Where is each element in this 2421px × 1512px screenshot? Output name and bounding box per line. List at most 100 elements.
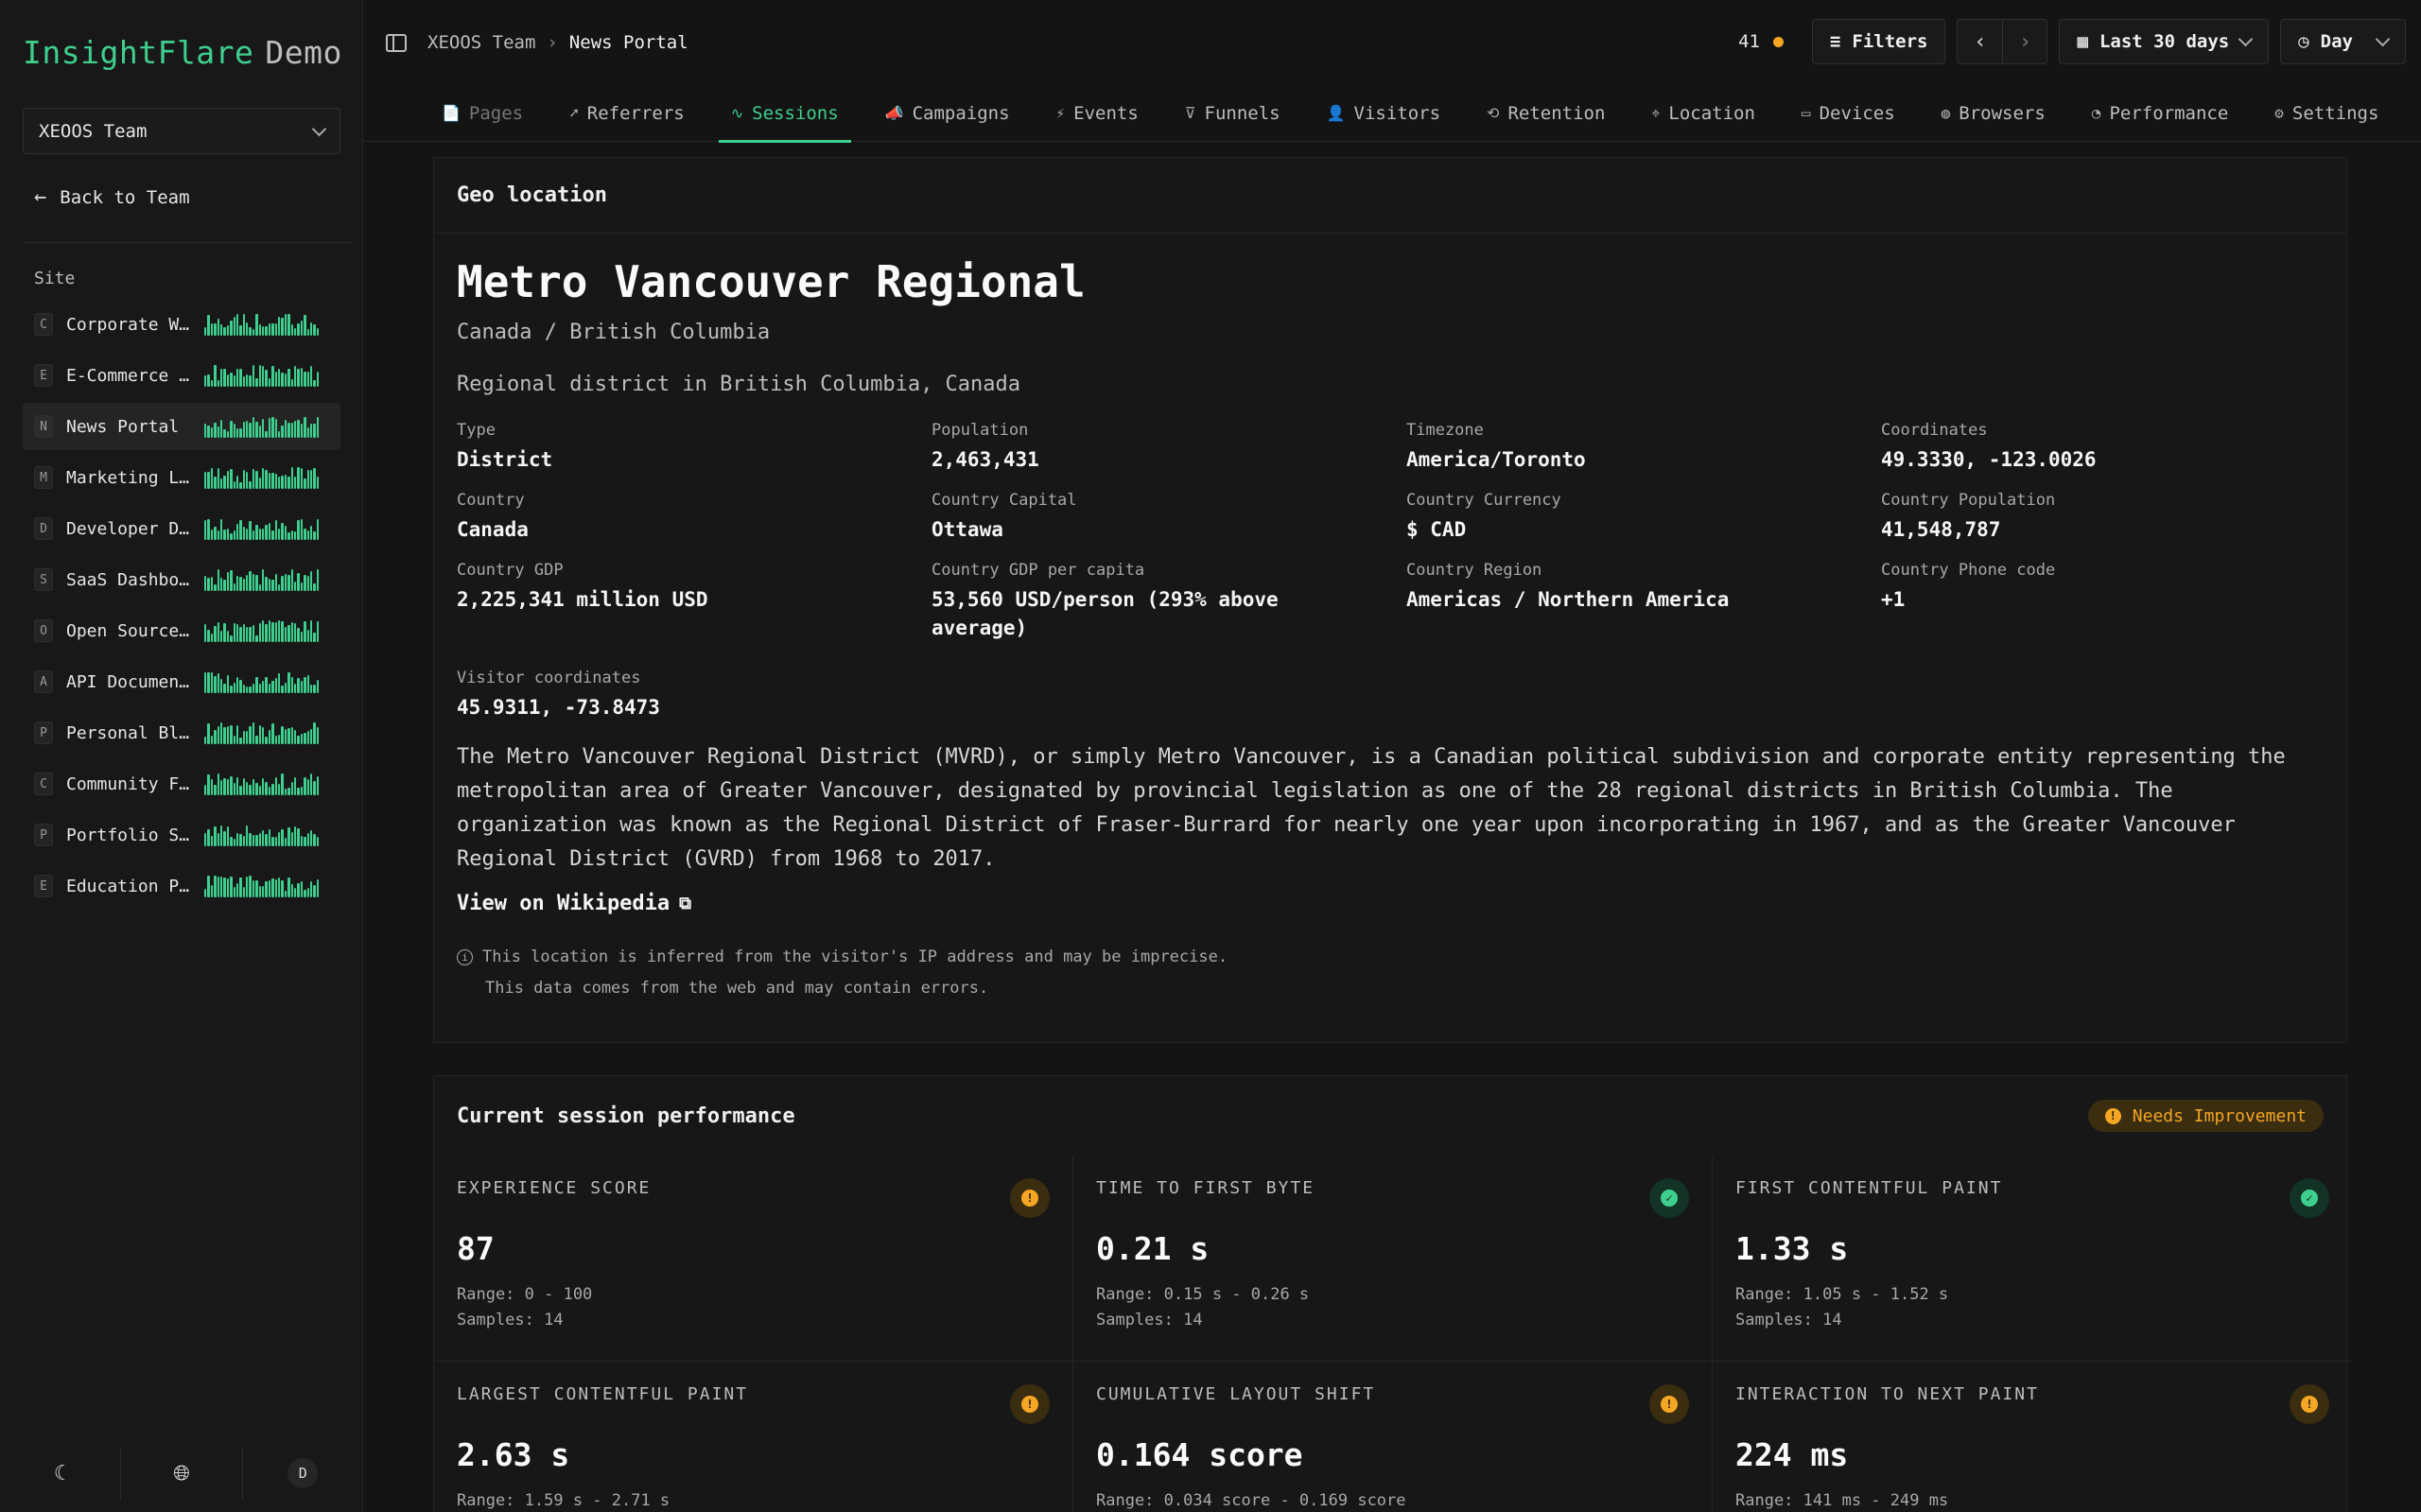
tab-browsers[interactable]: ◍ Browsers xyxy=(1929,85,2058,142)
back-to-team-link[interactable]: ← Back to Team xyxy=(34,185,190,209)
geo-field-label: Country GDP xyxy=(457,561,564,580)
tab-location[interactable]: ⌖ Location xyxy=(1639,85,1768,142)
metric-value: 2.63 s xyxy=(457,1436,570,1473)
live-count-value: 41 xyxy=(1738,31,1760,52)
geo-fields-grid: Type District Population 2,463,431 Timezone A… xyxy=(457,421,2324,642)
brand-suffix: Demo xyxy=(265,34,342,71)
site-item[interactable]: S SaaS Dashbo… xyxy=(23,556,340,603)
tab-devices[interactable]: ▭ Devices xyxy=(1789,85,1907,142)
events-tab-icon: ⚡ xyxy=(1055,104,1066,122)
tab-events[interactable]: ⚡ Events xyxy=(1044,85,1151,142)
site-initial-badge: O xyxy=(34,619,53,642)
avatar: D xyxy=(287,1458,319,1488)
site-list: C Corporate W… E E-Commerce … N News Portal M M… xyxy=(23,301,340,913)
tab-sessions[interactable]: ∿ Sessions xyxy=(718,85,851,143)
metric-value: 0.164 score xyxy=(1096,1436,1303,1473)
session-performance-card: Current session performance ! Needs Impr… xyxy=(433,1075,2352,1512)
site-item-name: Open Source… xyxy=(66,620,190,641)
geo-field-value: 53,560 USD/person (293% above average) xyxy=(932,588,1279,639)
geo-field-coordinates: Coordinates 49.3330, -123.0026 xyxy=(1881,421,2356,474)
metric-details: Range: 1.05 s - 1.52 s Samples: 14 xyxy=(1735,1282,2329,1333)
sidebar-toggle-icon[interactable] xyxy=(386,33,407,52)
site-initial-badge: M xyxy=(34,466,53,489)
filters-button[interactable]: ≡ Filters xyxy=(1811,19,1946,64)
next-period-button[interactable]: › xyxy=(2002,20,2047,63)
visitors-tab-icon: 👤 xyxy=(1326,104,1346,122)
metric-range: Range: 1.05 s - 1.52 s xyxy=(1735,1285,1949,1304)
site-item[interactable]: M Marketing L… xyxy=(23,454,340,501)
geo-field-country-gdp: Country GDP 2,225,341 million USD xyxy=(457,561,932,642)
geo-field-country-currency: Country Currency $ CAD xyxy=(1406,491,1881,544)
date-range-select[interactable]: ▦ Last 30 days xyxy=(2059,19,2270,64)
site-item[interactable]: C Corporate W… xyxy=(23,301,340,348)
tab-referrers[interactable]: ➚ Referrers xyxy=(557,85,697,142)
site-item[interactable]: P Personal Bl… xyxy=(23,709,340,756)
geo-field-label: Timezone xyxy=(1406,421,1484,440)
location-tab-icon: ⌖ xyxy=(1651,103,1661,122)
site-item[interactable]: C Community F… xyxy=(23,760,340,808)
sparkline xyxy=(204,517,329,540)
tab-retention[interactable]: ⟲ Retention xyxy=(1474,85,1617,142)
sparkline xyxy=(204,824,329,846)
geo-field-value: +1 xyxy=(1881,588,1906,611)
site-initial-badge: P xyxy=(34,721,53,744)
geo-field-label: Type xyxy=(457,421,496,440)
metric-range: Range: 141 ms - 249 ms xyxy=(1735,1491,1949,1510)
sparkline xyxy=(204,875,329,897)
team-select[interactable]: XEOOS Team xyxy=(23,108,340,154)
sidebar: InsightFlare Demo XEOOS Team ← Back to Te… xyxy=(0,0,363,1512)
site-initial-badge: C xyxy=(34,773,53,795)
geo-field-country-region: Country Region Americas / Northern Americ… xyxy=(1406,561,1881,642)
sparkline xyxy=(204,415,329,438)
browsers-tab-label: Browsers xyxy=(1959,102,2046,124)
metric-status-indicator: ✓ xyxy=(2290,1178,2329,1218)
site-item[interactable]: N News Portal xyxy=(23,403,340,450)
site-item[interactable]: P Portfolio S… xyxy=(23,811,340,859)
content-area: Geo location Metro Vancouver Regional Ca… xyxy=(433,157,2352,1512)
prev-period-button[interactable]: ‹ xyxy=(1958,20,2002,63)
metric-value: 87 xyxy=(457,1230,495,1267)
language-button[interactable]: 🌐︎ xyxy=(121,1447,243,1500)
site-item-name: SaaS Dashbo… xyxy=(66,569,190,590)
interval-value: Day xyxy=(2320,31,2353,52)
wikipedia-link[interactable]: View on Wikipedia ⧉ xyxy=(457,892,2324,915)
user-menu-button[interactable]: D xyxy=(243,1447,363,1500)
site-item[interactable]: A API Documen… xyxy=(23,658,340,705)
tab-settings[interactable]: ⚙ Settings xyxy=(2262,85,2391,142)
site-item[interactable]: E Education P… xyxy=(23,862,340,910)
tab-pages[interactable]: 📄 Pages xyxy=(429,85,535,142)
site-item[interactable]: O Open Source… xyxy=(23,607,340,654)
geo-field-country-population: Country Population 41,548,787 xyxy=(1881,491,2356,544)
globe-icon: 🌐︎ xyxy=(173,1461,190,1486)
brand-logo[interactable]: InsightFlare Demo xyxy=(23,34,342,71)
theme-toggle-button[interactable]: ☾ xyxy=(0,1447,122,1500)
interval-select[interactable]: ◷ Day xyxy=(2280,19,2406,64)
metric-label: CUMULATIVE LAYOUT SHIFT xyxy=(1096,1384,1376,1404)
wikipedia-link-label: View on Wikipedia xyxy=(457,892,671,915)
geo-wiki-summary: The Metro Vancouver Regional District (M… xyxy=(457,745,2286,871)
site-item-name: Community F… xyxy=(66,773,190,794)
tab-campaigns[interactable]: 📣 Campaigns xyxy=(873,85,1022,142)
funnels-tab-icon: ⊽ xyxy=(1184,104,1196,122)
tab-visitors[interactable]: 👤 Visitors xyxy=(1315,85,1453,142)
tab-funnels[interactable]: ⊽ Funnels xyxy=(1173,85,1293,142)
status-badge: ! Needs Improvement xyxy=(2087,1100,2324,1132)
metric-samples: Samples: 14 xyxy=(1735,1311,1842,1330)
site-item[interactable]: D Developer D… xyxy=(23,505,340,552)
sparkline xyxy=(204,619,329,642)
sessions-tab-label: Sessions xyxy=(752,102,839,124)
referrers-tab-label: Referrers xyxy=(586,102,685,124)
sidebar-divider xyxy=(23,242,352,243)
warning-icon: ! xyxy=(2301,1396,2318,1413)
site-item[interactable]: E E-Commerce … xyxy=(23,352,340,399)
breadcrumb-team[interactable]: XEOOS Team xyxy=(427,32,535,53)
chevron-down-icon xyxy=(311,121,327,136)
geo-field-label: Country Region xyxy=(1406,561,1542,580)
live-visitor-count: 41 xyxy=(1738,31,1784,52)
pages-tab-label: Pages xyxy=(468,102,524,124)
tab-performance[interactable]: ◔ Performance xyxy=(2080,85,2240,142)
metric-range: Range: 0 - 100 xyxy=(457,1285,593,1304)
metric-label: LARGEST CONTENTFUL PAINT xyxy=(457,1384,749,1404)
warning-icon: ! xyxy=(1021,1190,1038,1207)
metric-status-indicator: ! xyxy=(2290,1384,2329,1424)
